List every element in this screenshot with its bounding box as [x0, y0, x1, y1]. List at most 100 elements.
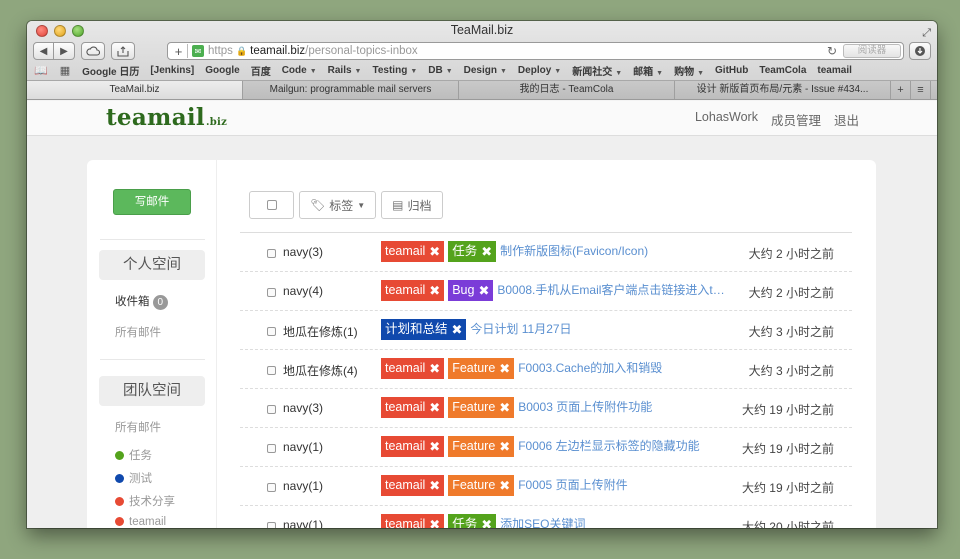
sidebar-team-label[interactable]: 技术分享 — [115, 493, 175, 509]
message-sender[interactable]: navy(1) — [283, 479, 323, 493]
message-subject-link[interactable]: F0003.Cache的加入和销毁 — [518, 358, 662, 379]
tag-badge[interactable]: teamail ✖ — [381, 436, 445, 457]
message-row[interactable]: navy(1) teamail ✖ Feature ✖ F0006 左边栏显示标签的隐藏功… — [240, 428, 852, 467]
sidebar-team-label[interactable]: teamail — [115, 516, 166, 528]
forward-button[interactable]: ▶ — [54, 42, 75, 60]
message-subject-link[interactable]: 今日计划 11月27日 — [470, 319, 571, 340]
tag-badge[interactable]: teamail ✖ — [381, 514, 445, 528]
tag-badge[interactable]: teamail ✖ — [381, 397, 445, 418]
tag-badge[interactable]: 任务 ✖ — [448, 241, 497, 262]
nav-link-logout[interactable]: 退出 — [834, 110, 859, 129]
zoom-window-button[interactable] — [72, 25, 84, 37]
teamail-logo[interactable]: teamail.biz — [106, 104, 227, 131]
sidebar-team-label[interactable]: 测试 — [115, 470, 152, 486]
remove-tag-icon[interactable]: ✖ — [499, 397, 510, 418]
tag-badge[interactable]: Feature ✖ — [448, 397, 515, 418]
message-subject-link[interactable]: F0005 页面上传附件 — [518, 475, 627, 496]
tag-badge[interactable]: 计划和总结 ✖ — [381, 319, 467, 340]
sidebar-team-label[interactable]: 任务 — [115, 447, 152, 463]
share-button[interactable] — [111, 42, 135, 60]
bookmark-item[interactable]: Testing ▼ — [372, 65, 417, 76]
message-checkbox[interactable] — [267, 249, 276, 258]
message-row[interactable]: navy(1) teamail ✖ 任务 ✖ 添加SEO关键词 大约 20 小时之前 — [240, 506, 852, 528]
message-checkbox[interactable] — [267, 444, 276, 453]
message-checkbox[interactable] — [267, 327, 276, 336]
remove-tag-icon[interactable]: ✖ — [481, 241, 492, 262]
message-sender[interactable]: navy(4) — [283, 284, 323, 298]
message-sender[interactable]: 地瓜在修炼(1) — [283, 323, 358, 340]
tag-badge[interactable]: Feature ✖ — [448, 436, 515, 457]
back-button[interactable]: ◀ — [33, 42, 54, 60]
remove-tag-icon[interactable]: ✖ — [481, 514, 492, 528]
message-checkbox[interactable] — [267, 366, 276, 375]
message-sender[interactable]: navy(1) — [283, 440, 323, 454]
bookmark-item[interactable]: TeamCola — [759, 65, 806, 76]
remove-tag-icon[interactable]: ✖ — [429, 358, 440, 379]
message-sender[interactable]: navy(3) — [283, 245, 323, 259]
tag-badge[interactable]: teamail ✖ — [381, 280, 445, 301]
sidebar-item-inbox[interactable]: 收件箱 0 — [115, 293, 169, 310]
tag-badge[interactable]: teamail ✖ — [381, 475, 445, 496]
minimize-window-button[interactable] — [54, 25, 66, 37]
message-row[interactable]: navy(3) teamail ✖ Feature ✖ B0003 页面上传附件功能 大约 … — [240, 389, 852, 428]
message-checkbox[interactable] — [267, 522, 276, 528]
message-row[interactable]: 地瓜在修炼(4) teamail ✖ Feature ✖ F0003.Cache的加入和销… — [240, 350, 852, 389]
remove-tag-icon[interactable]: ✖ — [429, 436, 440, 457]
bookmark-item[interactable]: 邮箱 ▼ — [633, 63, 663, 78]
downloads-button[interactable] — [909, 42, 931, 60]
top-sites-grid-icon[interactable]: ▦ — [60, 64, 70, 77]
remove-tag-icon[interactable]: ✖ — [499, 436, 510, 457]
reload-icon[interactable]: ↻ — [827, 44, 837, 58]
address-bar[interactable]: + ✉ https 🔒 teamail.biz /personal-topics… — [167, 42, 904, 60]
message-row[interactable]: navy(4) teamail ✖ Bug ✖ B0008.手机从Email客户端点击链接… — [240, 272, 852, 311]
icloud-tabs-button[interactable] — [81, 42, 105, 60]
message-row[interactable]: 地瓜在修炼(1) 计划和总结 ✖ 今日计划 11月27日 大约 3 小时之前 — [240, 311, 852, 350]
bookmark-item[interactable]: Google — [205, 65, 239, 76]
remove-tag-icon[interactable]: ✖ — [429, 397, 440, 418]
bookmark-item[interactable]: Code ▼ — [282, 65, 317, 76]
tag-badge[interactable]: Feature ✖ — [448, 475, 515, 496]
message-sender[interactable]: navy(1) — [283, 518, 323, 528]
bookmark-item[interactable]: teamail — [817, 65, 851, 76]
remove-tag-icon[interactable]: ✖ — [478, 280, 489, 301]
bookmark-item[interactable]: 百度 — [251, 63, 271, 78]
select-all-button[interactable] — [249, 191, 294, 219]
tab-overview-button[interactable]: ≡ — [911, 81, 931, 99]
new-tab-button[interactable]: + — [891, 81, 911, 99]
remove-tag-icon[interactable]: ✖ — [452, 319, 463, 340]
personal-space-heading[interactable]: 个人空间 — [99, 250, 205, 280]
sidebar-item-all-mail-personal[interactable]: 所有邮件 — [115, 324, 161, 340]
tag-badge[interactable]: teamail ✖ — [381, 358, 445, 379]
message-sender[interactable]: navy(3) — [283, 401, 323, 415]
nav-link-team[interactable]: LohasWork — [695, 110, 758, 129]
reading-list-icon[interactable]: 📖 — [34, 64, 48, 77]
message-subject-link[interactable]: B0003 页面上传附件功能 — [518, 397, 652, 418]
bookmark-item[interactable]: DB ▼ — [428, 65, 452, 76]
sidebar-item-all-mail-team[interactable]: 所有邮件 — [115, 419, 161, 435]
message-subject-link[interactable]: F0006 左边栏显示标签的隐藏功能 — [518, 436, 699, 457]
bookmark-item[interactable]: 新闻社交 ▼ — [572, 63, 622, 78]
close-window-button[interactable] — [36, 25, 48, 37]
remove-tag-icon[interactable]: ✖ — [429, 280, 440, 301]
browser-tab[interactable]: Mailgun: programmable mail servers — [243, 81, 459, 99]
browser-tab[interactable]: 我的日志 - TeamCola — [459, 81, 675, 99]
compose-button[interactable]: 写邮件 — [113, 189, 191, 215]
archive-button[interactable]: ▤ 归档 — [381, 191, 443, 219]
bookmark-item[interactable]: Google 日历 — [82, 63, 139, 78]
browser-tab[interactable]: 设计 新版首页布局/元素 - Issue #434... — [675, 81, 891, 99]
bookmark-item[interactable]: 购物 ▼ — [674, 63, 704, 78]
bookmark-item[interactable]: GitHub — [715, 65, 748, 76]
tags-dropdown-button[interactable]: 🏷 标签 ▼ — [299, 191, 377, 219]
team-space-heading[interactable]: 团队空间 — [99, 376, 205, 406]
reader-button[interactable]: 阅读器 — [843, 44, 901, 58]
bookmark-item[interactable]: Deploy ▼ — [518, 65, 561, 76]
remove-tag-icon[interactable]: ✖ — [429, 475, 440, 496]
message-checkbox[interactable] — [267, 405, 276, 414]
bookmark-item[interactable]: Design ▼ — [464, 65, 507, 76]
message-checkbox[interactable] — [267, 288, 276, 297]
nav-link-members[interactable]: 成员管理 — [771, 110, 821, 129]
tag-badge[interactable]: 任务 ✖ — [448, 514, 497, 528]
tag-badge[interactable]: teamail ✖ — [381, 241, 445, 262]
message-checkbox[interactable] — [267, 483, 276, 492]
remove-tag-icon[interactable]: ✖ — [429, 514, 440, 528]
